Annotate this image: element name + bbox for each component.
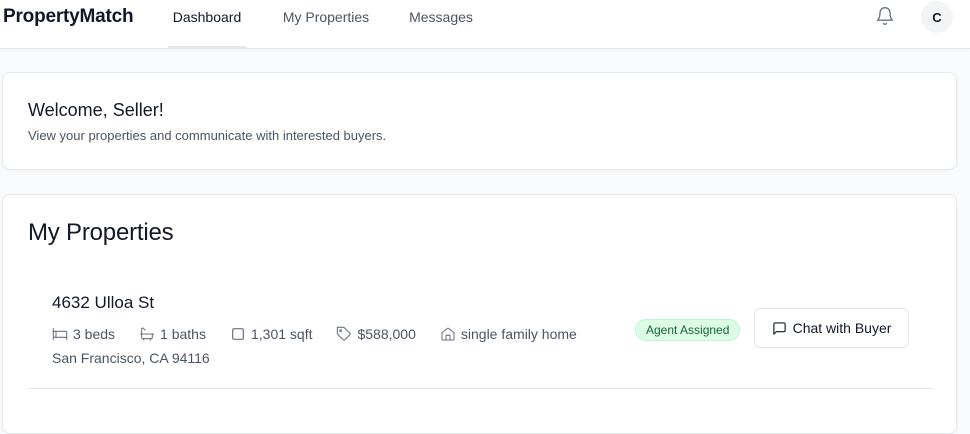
user-avatar[interactable]: C [921,1,953,33]
welcome-subtitle: View your properties and communicate wit… [28,128,387,143]
welcome-card: Welcome, Seller! View your properties an… [2,72,957,170]
tag-icon [337,326,352,341]
chat-with-buyer-button[interactable]: Chat with Buyer [754,308,909,348]
welcome-title: Welcome, Seller! [28,100,164,120]
bed-icon [52,328,68,340]
sqft-value: 1,301 sqft [250,326,313,342]
tab-dashboard[interactable]: Dashboard [168,0,246,48]
square-icon [232,328,244,340]
beds-value: 3 beds [73,326,116,342]
type-value: single family home [460,326,577,342]
baths-spec: 1 baths [139,326,206,342]
property-specs: 3 beds 1 baths 1,301 sqft $588,000 singl… [52,325,601,343]
tab-my-properties[interactable]: My Properties [278,0,374,48]
chat-button-label: Chat with Buyer [792,320,892,336]
sqft-spec: 1,301 sqft [230,326,313,342]
property-row: 4632 Ulloa St 3 beds 1 baths 1,301 sqft … [28,283,933,389]
section-title: My Properties [28,219,174,246]
price-spec: $588,000 [336,326,416,342]
status-badge: Agent Assigned [635,319,741,341]
home-icon [441,327,455,341]
message-square-icon [772,321,786,335]
property-city: San Francisco, CA 94116 [52,350,210,366]
property-address: 4632 Ulloa St [52,293,155,312]
tab-messages[interactable]: Messages [406,0,476,48]
type-spec: single family home [440,326,577,342]
my-properties-card: My Properties 4632 Ulloa St 3 beds 1 bat… [2,194,957,434]
brand-logo[interactable]: PropertyMatch [3,6,134,28]
bell-icon[interactable] [875,6,895,26]
baths-value: 1 baths [160,326,206,342]
beds-spec: 3 beds [52,326,115,342]
price-value: $588,000 [357,326,416,342]
top-navbar: PropertyMatch Dashboard My Properties Me… [0,0,970,49]
bath-icon [139,327,155,341]
